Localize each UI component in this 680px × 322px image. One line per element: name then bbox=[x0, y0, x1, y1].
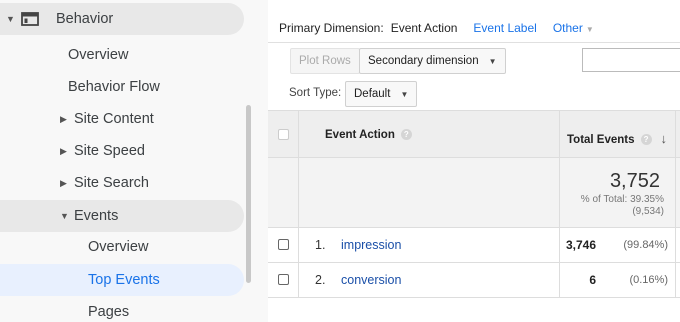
column-label: Total Events bbox=[567, 134, 635, 146]
row-index: 1. bbox=[315, 238, 326, 252]
primary-dimension-label: Primary Dimension: bbox=[279, 21, 384, 35]
row-total-events: 6 bbox=[589, 273, 596, 287]
sidebar-nav: ▼ Behavior Overview Behavior Flow ▶ Site… bbox=[0, 0, 268, 322]
caret-down-icon: ▼ bbox=[6, 14, 15, 24]
column-divider bbox=[675, 110, 676, 298]
dimension-option-other[interactable]: Other ▼ bbox=[553, 21, 594, 35]
sidebar-item-site-search[interactable]: ▶ Site Search bbox=[60, 167, 149, 199]
column-divider bbox=[559, 110, 560, 298]
summary-pct-of-total: % of Total: 39.35% bbox=[580, 194, 664, 205]
sidebar-item-label: Site Speed bbox=[74, 143, 145, 159]
dimension-current: Event Action bbox=[390, 21, 458, 35]
column-divider bbox=[298, 110, 299, 298]
help-icon[interactable]: ? bbox=[400, 129, 412, 141]
column-header-total-events[interactable]: Total Events? ↓ bbox=[567, 131, 667, 146]
column-label: Event Action bbox=[325, 129, 395, 141]
sort-descending-icon: ↓ bbox=[660, 131, 668, 146]
sidebar-item-label: Site Content bbox=[74, 111, 154, 127]
caret-right-icon: ▶ bbox=[60, 113, 67, 124]
row-total-events: 3,746 bbox=[565, 238, 596, 252]
secondary-dimension-label: Secondary dimension bbox=[368, 55, 479, 67]
sidebar-scrollbar[interactable] bbox=[246, 105, 251, 283]
events-table: Event Action? Total Events? ↓ 3,752 % of … bbox=[268, 110, 680, 322]
event-action-link[interactable]: conversion bbox=[341, 273, 401, 287]
table-search-input[interactable] bbox=[582, 48, 680, 72]
sidebar-item-label: Behavior Flow bbox=[68, 79, 160, 95]
sidebar-item-events[interactable]: ▼ Events bbox=[0, 200, 244, 232]
sidebar-item-label: Overview bbox=[68, 47, 129, 63]
summary-overall-total: (9,534) bbox=[632, 206, 664, 217]
sidebar-item-pages[interactable]: Pages bbox=[88, 296, 129, 322]
table-row: 2. conversion 6 (0.16%) bbox=[268, 263, 680, 298]
column-header-event-action[interactable]: Event Action? bbox=[325, 129, 412, 141]
toolbar-divider bbox=[268, 42, 680, 43]
row-index: 2. bbox=[315, 273, 326, 287]
sort-type-value: Default bbox=[354, 88, 391, 100]
secondary-dimension-dropdown[interactable]: Secondary dimension ▼ bbox=[359, 48, 506, 74]
event-action-link[interactable]: impression bbox=[341, 238, 401, 252]
dimension-option-event-label[interactable]: Event Label bbox=[473, 21, 536, 35]
plot-rows-button[interactable]: Plot Rows bbox=[290, 48, 360, 74]
row-percentage: (99.84%) bbox=[623, 239, 668, 251]
dimension-other-label: Other bbox=[552, 21, 583, 35]
row-percentage: (0.16%) bbox=[629, 274, 668, 286]
row-checkbox[interactable] bbox=[278, 239, 289, 250]
select-all-checkbox[interactable] bbox=[278, 129, 289, 140]
sidebar-item-top-events[interactable]: Top Events bbox=[0, 264, 244, 296]
caret-down-icon: ▼ bbox=[60, 211, 69, 221]
sidebar-item-site-content[interactable]: ▶ Site Content bbox=[60, 103, 154, 135]
sidebar-item-label: Overview bbox=[88, 239, 149, 255]
sidebar-item-label: Events bbox=[74, 208, 119, 224]
sidebar-item-site-speed[interactable]: ▶ Site Speed bbox=[60, 135, 145, 167]
help-icon[interactable]: ? bbox=[640, 134, 652, 146]
summary-total: 3,752 bbox=[609, 170, 660, 192]
sidebar-item-events-overview[interactable]: Overview bbox=[88, 231, 148, 263]
table-header: Event Action? Total Events? ↓ bbox=[268, 110, 680, 158]
sidebar-item-label: Top Events bbox=[88, 272, 160, 288]
summary-row: 3,752 % of Total: 39.35% (9,534) bbox=[268, 158, 680, 228]
sidebar-item-label: Pages bbox=[88, 304, 130, 320]
sort-type-label: Sort Type: bbox=[289, 87, 342, 99]
chevron-down-icon: ▼ bbox=[400, 89, 409, 99]
sidebar-item-label: Site Search bbox=[74, 175, 149, 191]
behavior-window-icon bbox=[21, 12, 39, 30]
sidebar-item-overview[interactable]: Overview bbox=[68, 39, 128, 71]
sidebar-section-label: Behavior bbox=[56, 11, 114, 27]
chevron-down-icon: ▼ bbox=[585, 25, 594, 34]
sidebar-item-behavior-flow[interactable]: Behavior Flow bbox=[68, 71, 160, 103]
caret-right-icon: ▶ bbox=[60, 177, 67, 188]
table-row: 1. impression 3,746 (99.84%) bbox=[268, 228, 680, 263]
report-main: Primary Dimension: Event Action Event La… bbox=[268, 0, 680, 322]
primary-dimension-bar: Primary Dimension: Event Action Event La… bbox=[279, 19, 594, 37]
sort-type-dropdown[interactable]: Default ▼ bbox=[345, 81, 418, 107]
chevron-down-icon: ▼ bbox=[488, 56, 497, 66]
row-checkbox[interactable] bbox=[278, 274, 289, 285]
caret-right-icon: ▶ bbox=[60, 145, 67, 156]
plot-rows-label: Plot Rows bbox=[299, 55, 351, 67]
sidebar-section-behavior[interactable]: ▼ Behavior bbox=[0, 3, 244, 35]
